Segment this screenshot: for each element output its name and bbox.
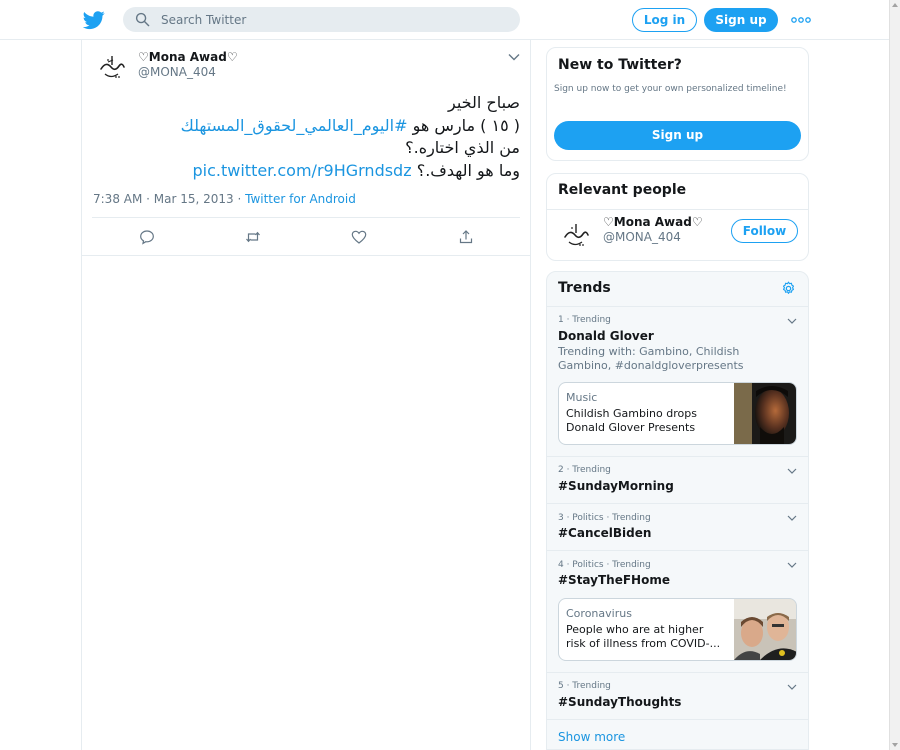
- news-thumbnail-image: [734, 383, 796, 444]
- news-headline: People who are at higher risk of illness…: [566, 623, 726, 651]
- divider: [82, 255, 531, 256]
- chevron-down-icon[interactable]: [787, 468, 797, 474]
- top-navigation-bar: Log in Sign up: [0, 0, 889, 40]
- follow-button[interactable]: Follow: [731, 219, 798, 243]
- like-icon[interactable]: [351, 229, 367, 245]
- divider: [547, 672, 808, 673]
- media-link[interactable]: pic.twitter.com/r9HGrndsdz: [193, 161, 412, 180]
- tweet-line: صباح الخير: [447, 93, 520, 112]
- share-icon[interactable]: [458, 229, 474, 245]
- trend-name[interactable]: #CancelBiden: [558, 526, 651, 540]
- card-title: Relevant people: [558, 182, 687, 198]
- tweet-actions: [82, 229, 531, 247]
- news-category: Music: [566, 391, 598, 404]
- trend-name[interactable]: #SundayMorning: [558, 479, 674, 493]
- chevron-down-icon[interactable]: [787, 684, 797, 690]
- tweet-line: وما هو الهدف.؟ pic.twitter.com/r9HGrndsd…: [122, 160, 521, 183]
- trends-card: Trends 1 · Trending Donald Glover Trendi…: [546, 271, 809, 750]
- news-card[interactable]: Coronavirus People who are at higher ris…: [558, 598, 797, 661]
- news-thumbnail-image: [734, 599, 796, 660]
- divider: [547, 550, 808, 551]
- tweet-text: صباح الخير ( ١٥ ) مارس هو #اليوم_العالمي…: [122, 92, 520, 182]
- signup-button[interactable]: Sign up: [554, 121, 801, 150]
- card-title: New to Twitter?: [558, 57, 682, 73]
- avatar[interactable]: [560, 218, 592, 250]
- signup-button[interactable]: Sign up: [704, 8, 778, 32]
- news-card[interactable]: Music Childish Gambino drops Donald Glov…: [558, 382, 797, 445]
- tweet-line: ( ١٥ ) مارس هو #اليوم_العالمي_لحقوق_المس…: [122, 115, 520, 138]
- tweet-time[interactable]: 7:38 AM · Mar 15, 2013 ·: [93, 192, 245, 206]
- card-title: Trends: [558, 280, 611, 296]
- trending-with: Trending with: Gambino, Childish Gambino…: [558, 345, 744, 372]
- trend-meta: 3 · Politics · Trending: [558, 513, 651, 523]
- tweet: ♡Mona Awad♡ @MONA_404 صباح الخير ( ١٥ ) …: [82, 40, 531, 256]
- relevant-people-card: Relevant people ♡Mona Awad♡ @MONA_404 Fo…: [546, 173, 809, 261]
- new-to-twitter-card: New to Twitter? Sign up now to get your …: [546, 47, 809, 161]
- hashtag-link[interactable]: #اليوم_العالمي_لحقوق_المستهلك: [181, 116, 408, 135]
- divider: [547, 209, 808, 210]
- tweet-source-link[interactable]: Twitter for Android: [245, 192, 356, 206]
- login-button[interactable]: Log in: [632, 8, 697, 32]
- news-headline: Childish Gambino drops Donald Glover Pre…: [566, 407, 726, 435]
- gear-icon[interactable]: [781, 281, 796, 296]
- tweet-line: من الذي اختاره.؟: [405, 138, 520, 157]
- card-description: Sign up now to get your own personalized…: [554, 84, 787, 94]
- news-headline-line: People who are at higher: [566, 623, 704, 636]
- news-headline-line: Donald Glover Presents: [566, 421, 696, 434]
- person-name[interactable]: ♡Mona Awad♡: [603, 215, 703, 229]
- tweet-author-name[interactable]: ♡Mona Awad♡: [138, 50, 238, 64]
- divider: [547, 306, 808, 307]
- divider: [547, 503, 808, 504]
- person-handle[interactable]: @MONA_404: [603, 230, 681, 244]
- news-category: Coronavirus: [566, 607, 632, 620]
- trend-name[interactable]: Donald Glover: [558, 329, 654, 343]
- trend-name[interactable]: #StayTheFHome: [558, 573, 670, 587]
- trend-meta: 2 · Trending: [558, 465, 611, 475]
- divider: [92, 217, 520, 218]
- tweet-author-handle[interactable]: @MONA_404: [138, 65, 216, 79]
- trend-meta: 1 · Trending: [558, 315, 611, 325]
- news-headline-line: risk of illness from COVID-...: [566, 637, 721, 650]
- chevron-down-icon[interactable]: [787, 515, 797, 521]
- trend-meta: 5 · Trending: [558, 681, 611, 691]
- avatar[interactable]: [96, 50, 128, 82]
- trend-meta: 4 · Politics · Trending: [558, 560, 651, 570]
- search-input[interactable]: [161, 10, 501, 29]
- show-more-link[interactable]: Show more: [558, 730, 625, 744]
- chevron-down-icon[interactable]: [787, 562, 797, 568]
- more-dots-icon[interactable]: [790, 12, 812, 28]
- chevron-down-icon[interactable]: [787, 318, 797, 324]
- trend-name[interactable]: #SundayThoughts: [558, 695, 681, 709]
- reply-icon[interactable]: [139, 229, 155, 245]
- page-scrollbar[interactable]: [889, 0, 900, 750]
- news-headline-line: Childish Gambino drops: [566, 407, 697, 420]
- divider: [547, 719, 808, 720]
- tweet-timestamp: 7:38 AM · Mar 15, 2013 · Twitter for And…: [93, 192, 356, 206]
- tweet-line-text: ( ١٥ ) مارس هو: [407, 115, 520, 135]
- search-bar[interactable]: [123, 7, 520, 32]
- divider: [547, 456, 808, 457]
- tweet-line-text: وما هو الهدف.؟: [411, 160, 520, 180]
- scroll-down-arrow-icon[interactable]: [892, 743, 898, 747]
- main-column: ♡Mona Awad♡ @MONA_404 صباح الخير ( ١٥ ) …: [81, 40, 531, 750]
- retweet-icon[interactable]: [245, 229, 261, 245]
- chevron-down-icon[interactable]: [508, 53, 520, 61]
- scroll-up-arrow-icon[interactable]: [892, 3, 898, 7]
- twitter-bird-icon[interactable]: [83, 9, 105, 31]
- search-icon: [135, 12, 150, 27]
